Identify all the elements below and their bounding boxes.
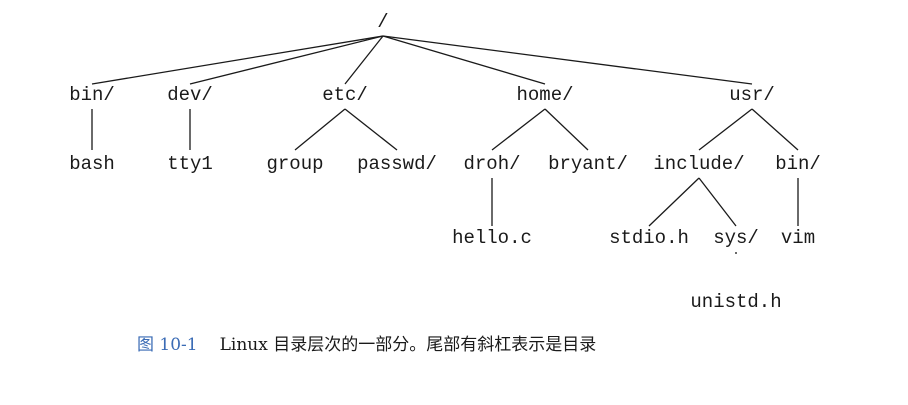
- edge-root-usr: [382, 35, 753, 85]
- edge-include-stdio: [648, 177, 700, 227]
- node-stdio: stdio.h: [609, 227, 689, 249]
- node-tty1: tty1: [167, 153, 213, 175]
- edge-etc-group: [294, 108, 346, 151]
- edge-include-sys: [698, 177, 737, 227]
- figure-caption-text: Linux 目录层次的一部分。尾部有斜杠表示是目录: [219, 335, 597, 355]
- node-etc: etc/: [322, 84, 368, 106]
- node-include: include/: [653, 153, 744, 175]
- edge-root-etc: [344, 35, 384, 85]
- node-bash: bash: [69, 153, 115, 175]
- edge-usr-usr_bin: [751, 108, 799, 151]
- node-droh: droh/: [463, 153, 520, 175]
- node-bin: bin/: [69, 84, 115, 106]
- node-home: home/: [516, 84, 573, 106]
- node-vim: vim: [781, 227, 815, 249]
- figure-caption: 图 10-1 Linux 目录层次的一部分。尾部有斜杠表示是目录: [137, 330, 596, 355]
- node-usr: usr/: [729, 84, 775, 106]
- node-passwd: passwd/: [357, 153, 437, 175]
- node-unistd: unistd.h: [690, 291, 781, 313]
- edge-home-droh: [491, 108, 546, 151]
- edge-root-dev: [189, 35, 384, 85]
- node-bryant: bryant/: [548, 153, 628, 175]
- figure-number: 图 10-1: [137, 335, 198, 355]
- edge-etc-passwd: [344, 108, 398, 151]
- edge-root-home: [382, 35, 546, 85]
- edge-home-bryant: [544, 108, 589, 151]
- edge-usr-include: [698, 108, 753, 151]
- node-sys: sys/: [713, 227, 759, 249]
- node-dev: dev/: [167, 84, 213, 106]
- node-usr-bin: bin/: [775, 153, 821, 175]
- node-root: /: [377, 11, 388, 33]
- node-group: group: [266, 153, 323, 175]
- node-hello: hello.c: [452, 227, 532, 249]
- edge-root-bin: [91, 35, 384, 85]
